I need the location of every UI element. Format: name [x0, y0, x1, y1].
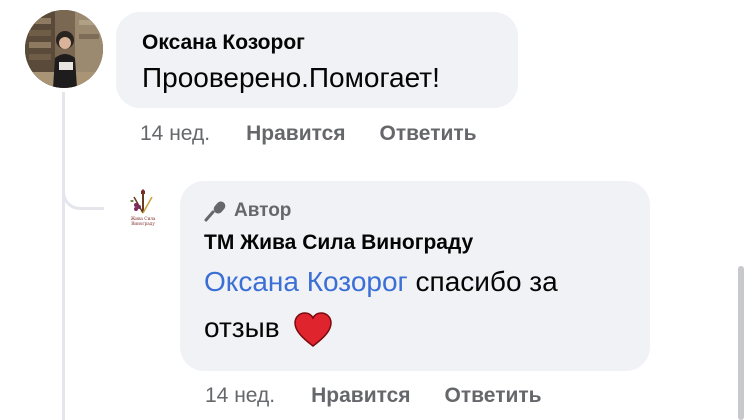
- comment-reply-button[interactable]: Ответить: [380, 122, 477, 146]
- reply-text-part1: спасибо за: [407, 266, 558, 297]
- comment-timestamp[interactable]: 14 нед.: [140, 122, 210, 146]
- reply-like-button[interactable]: Нравится: [311, 384, 410, 408]
- avatar-photo: [25, 10, 103, 88]
- author-badge-label: Автор: [234, 200, 292, 221]
- reply-text-part2: отзыв: [204, 312, 280, 343]
- scrollbar-thumb[interactable]: [738, 266, 744, 420]
- author-badge: Автор: [204, 199, 626, 223]
- comment-author-name[interactable]: Оксана Козорог: [142, 30, 492, 56]
- thread-branch-line: [62, 152, 104, 210]
- commenter-avatar[interactable]: [25, 10, 103, 88]
- reply-text: Оксана Козорог спасибо за отзыв: [204, 259, 626, 351]
- logo-text-line2: Винограду: [131, 221, 155, 226]
- comment-actions: 14 нед. Нравится Ответить: [140, 122, 511, 146]
- red-heart-icon: [294, 311, 333, 347]
- reply-author-name[interactable]: ТМ Жива Сила Винограду: [204, 229, 626, 257]
- reply-actions: 14 нед. Нравится Ответить: [205, 384, 576, 408]
- thread-line: [62, 92, 65, 420]
- reply-author-avatar[interactable]: Жива Сила Винограду: [122, 187, 164, 229]
- microphone-icon: [204, 201, 226, 222]
- comment-text: Прооверено.Помогает!: [142, 62, 440, 93]
- comment-like-button[interactable]: Нравится: [246, 122, 345, 146]
- reply-bubble: Автор ТМ Жива Сила Винограду Оксана Козо…: [180, 181, 650, 371]
- vineyard-logo-icon: Жива Сила Винограду: [130, 189, 156, 226]
- reply-reply-button[interactable]: Ответить: [445, 384, 542, 408]
- mention-link[interactable]: Оксана Козорог: [204, 266, 408, 297]
- comment-bubble: Оксана Козорог Прооверено.Помогает!: [116, 12, 518, 108]
- reply-timestamp[interactable]: 14 нед.: [205, 384, 275, 408]
